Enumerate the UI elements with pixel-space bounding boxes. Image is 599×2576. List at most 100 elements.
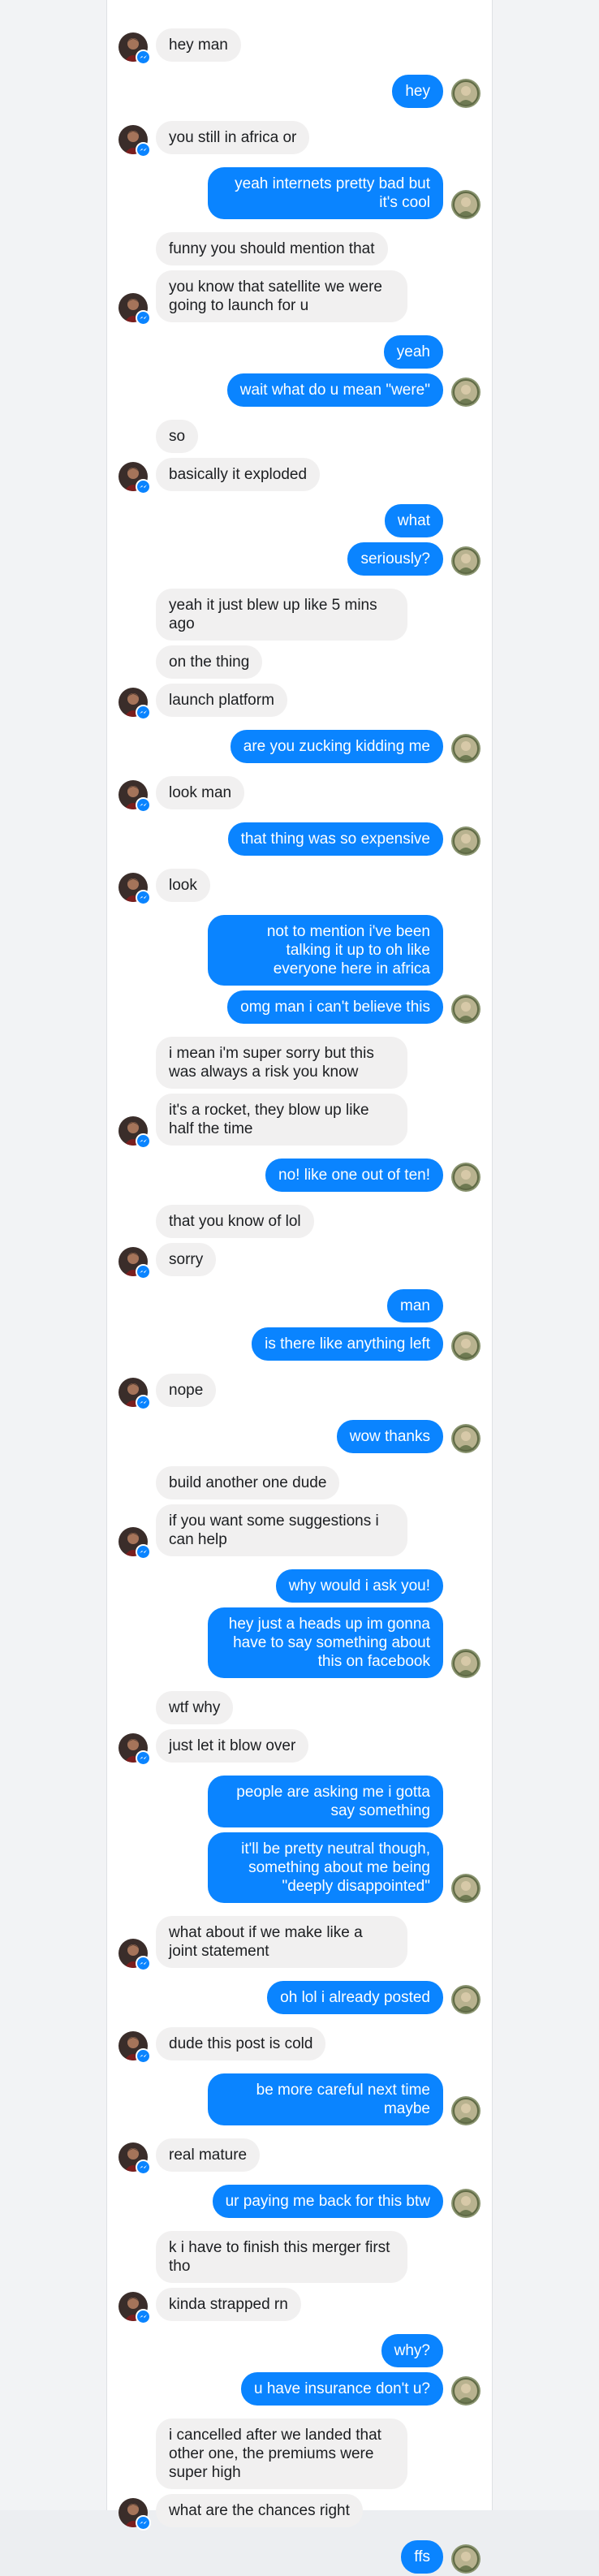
user-avatar[interactable]: [451, 826, 480, 856]
contact-avatar[interactable]: [119, 1733, 151, 1766]
user-avatar[interactable]: [451, 546, 480, 576]
received-message-bubble[interactable]: what about if we make like a joint state…: [156, 1916, 407, 1968]
contact-avatar[interactable]: [119, 32, 151, 65]
received-message-bubble[interactable]: look: [156, 869, 210, 902]
received-message-bubble[interactable]: you know that satellite we were going to…: [156, 270, 407, 322]
sent-message-bubble[interactable]: are you zucking kidding me: [230, 730, 443, 763]
user-avatar[interactable]: [451, 2096, 480, 2125]
received-message-bubble[interactable]: hey man: [156, 28, 241, 62]
user-avatar[interactable]: [451, 2189, 480, 2218]
message-stack: not to mention i've been talking it up t…: [208, 913, 443, 1026]
contact-avatar[interactable]: [119, 1116, 151, 1149]
sent-message-bubble[interactable]: u have insurance don't u?: [240, 2372, 443, 2406]
received-message-bubble[interactable]: what are the chances right: [156, 2494, 363, 2527]
chat-thread[interactable]: hey man hey you still in africa or yeah …: [107, 0, 492, 2574]
received-message-bubble[interactable]: real mature: [156, 2138, 261, 2172]
contact-avatar[interactable]: [119, 293, 151, 326]
avatar-icon: [451, 826, 480, 856]
sent-message-bubble[interactable]: hey just a heads up im gonna have to say…: [208, 1607, 443, 1678]
user-avatar[interactable]: [451, 1163, 480, 1192]
received-message-bubble[interactable]: dude this post is cold: [156, 2027, 326, 2060]
received-message-bubble[interactable]: sorry: [156, 1243, 217, 1276]
user-avatar[interactable]: [451, 734, 480, 763]
user-avatar[interactable]: [451, 1874, 480, 1903]
sent-message-bubble[interactable]: yeah: [383, 335, 443, 369]
contact-avatar[interactable]: [119, 873, 151, 905]
sent-message-bubble[interactable]: why would i ask you!: [275, 1569, 443, 1603]
contact-avatar[interactable]: [119, 2498, 151, 2531]
received-message-bubble[interactable]: if you want some suggestions i can help: [156, 1504, 407, 1556]
user-avatar[interactable]: [451, 995, 480, 1024]
sent-message-bubble[interactable]: what: [384, 504, 443, 537]
received-message-bubble[interactable]: yeah it just blew up like 5 mins ago: [156, 589, 407, 641]
user-avatar[interactable]: [451, 1331, 480, 1361]
received-message-bubble[interactable]: basically it exploded: [156, 458, 321, 491]
sent-message-bubble[interactable]: that thing was so expensive: [227, 822, 443, 856]
sent-message-bubble[interactable]: wow thanks: [336, 1420, 443, 1453]
message-stack: real mature: [156, 2136, 261, 2174]
contact-avatar[interactable]: [119, 1247, 151, 1279]
avatar-icon: [451, 1649, 480, 1678]
received-message-bubble[interactable]: k i have to finish this merger first tho: [156, 2231, 407, 2283]
received-message-bubble[interactable]: launch platform: [156, 684, 287, 717]
user-avatar[interactable]: [451, 2376, 480, 2406]
sent-message-bubble[interactable]: oh lol i already posted: [267, 1981, 443, 2014]
sent-message-bubble[interactable]: no! like one out of ten!: [265, 1159, 443, 1192]
contact-avatar[interactable]: [119, 2031, 151, 2064]
received-message-group: look: [107, 866, 492, 905]
message-stack: funny you should mention that you know th…: [156, 230, 407, 325]
sent-message-bubble[interactable]: people are asking me i gotta say somethi…: [208, 1776, 443, 1827]
contact-avatar[interactable]: [119, 2142, 151, 2175]
received-message-bubble[interactable]: wtf why: [156, 1691, 234, 1724]
sent-message-bubble[interactable]: why?: [381, 2334, 443, 2367]
messenger-badge-icon: [136, 705, 151, 720]
received-message-bubble[interactable]: nope: [156, 1374, 217, 1407]
received-message-bubble[interactable]: funny you should mention that: [156, 232, 388, 265]
message-stack: oh lol i already posted: [267, 1978, 443, 2017]
sent-message-bubble[interactable]: hey: [392, 75, 443, 108]
sent-message-bubble[interactable]: not to mention i've been talking it up t…: [208, 915, 443, 986]
contact-avatar[interactable]: [119, 1378, 151, 1410]
contact-avatar[interactable]: [119, 2292, 151, 2324]
contact-avatar[interactable]: [119, 462, 151, 494]
received-message-bubble[interactable]: on the thing: [156, 645, 263, 679]
message-stack: you still in africa or: [156, 119, 310, 157]
received-message-bubble[interactable]: it's a rocket, they blow up like half th…: [156, 1094, 407, 1146]
user-avatar[interactable]: [451, 1649, 480, 1678]
received-message-bubble[interactable]: build another one dude: [156, 1466, 340, 1499]
received-message-bubble[interactable]: look man: [156, 776, 245, 809]
sent-message-group: what seriously?: [107, 502, 492, 578]
sent-message-bubble[interactable]: ur paying me back for this btw: [212, 2185, 443, 2218]
sent-message-bubble[interactable]: wait what do u mean "were": [226, 373, 443, 407]
received-message-bubble[interactable]: i cancelled after we landed that other o…: [156, 2419, 407, 2489]
received-message-bubble[interactable]: just let it blow over: [156, 1729, 309, 1763]
sent-message-bubble[interactable]: seriously?: [347, 542, 443, 576]
user-avatar[interactable]: [451, 378, 480, 407]
user-avatar[interactable]: [451, 2544, 480, 2574]
contact-avatar[interactable]: [119, 1939, 151, 1971]
received-message-bubble[interactable]: so: [156, 420, 199, 453]
user-avatar[interactable]: [451, 1985, 480, 2014]
sent-message-bubble[interactable]: be more careful next time maybe: [208, 2073, 443, 2125]
message-stack: build another one dude if you want some s…: [156, 1464, 407, 1559]
received-message-bubble[interactable]: i mean i'm super sorry but this was alwa…: [156, 1037, 407, 1089]
sent-message-bubble[interactable]: it'll be pretty neutral though, somethin…: [208, 1832, 443, 1903]
received-message-bubble[interactable]: that you know of lol: [156, 1205, 314, 1238]
sent-message-bubble[interactable]: man: [387, 1289, 443, 1323]
user-avatar[interactable]: [451, 190, 480, 219]
received-message-bubble[interactable]: you still in africa or: [156, 121, 310, 154]
sent-message-bubble[interactable]: omg man i can't believe this: [227, 990, 443, 1024]
sent-message-bubble[interactable]: ffs: [401, 2540, 443, 2574]
avatar-icon: [451, 546, 480, 576]
avatar-icon: [451, 2096, 480, 2125]
user-avatar[interactable]: [451, 79, 480, 108]
contact-avatar[interactable]: [119, 688, 151, 720]
contact-avatar[interactable]: [119, 780, 151, 813]
sent-message-bubble[interactable]: yeah internets pretty bad but it's cool: [208, 167, 443, 219]
sent-message-bubble[interactable]: is there like anything left: [252, 1327, 443, 1361]
contact-avatar[interactable]: [119, 125, 151, 157]
user-avatar[interactable]: [451, 1424, 480, 1453]
received-message-bubble[interactable]: kinda strapped rn: [156, 2288, 301, 2321]
contact-avatar[interactable]: [119, 1527, 151, 1560]
message-stack: look man: [156, 774, 245, 812]
